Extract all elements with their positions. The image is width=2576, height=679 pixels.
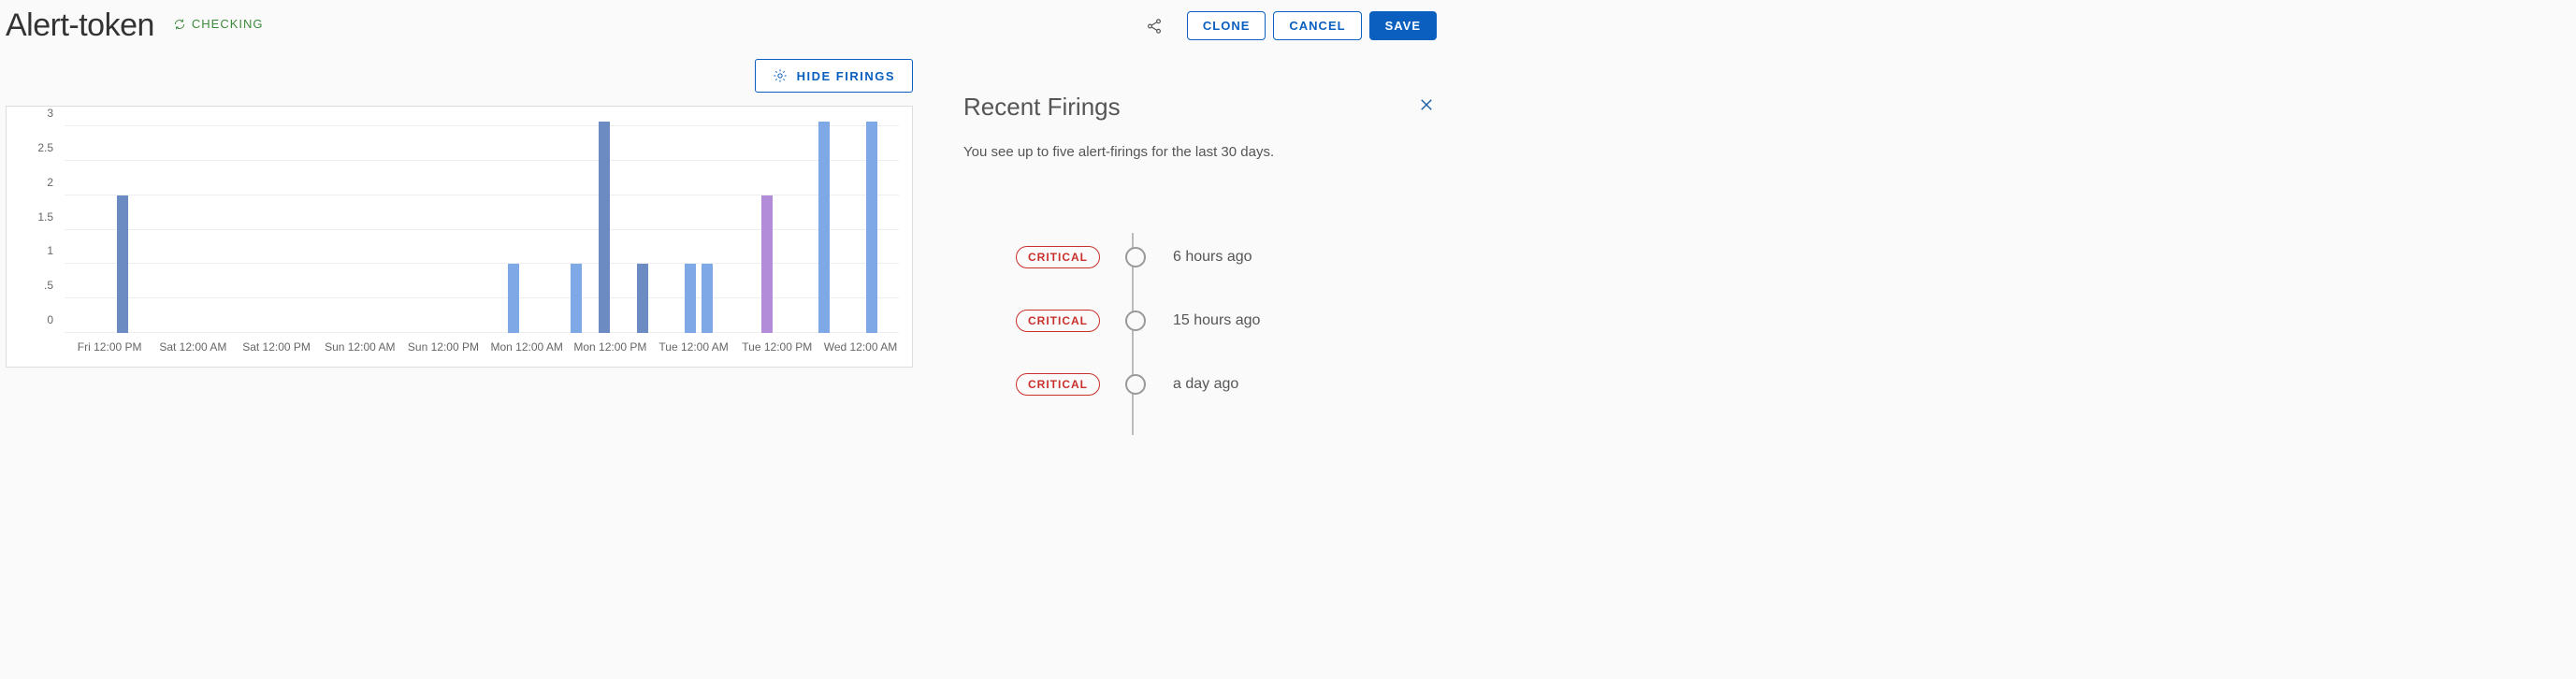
status-text: CHECKING [192,17,264,31]
share-icon[interactable] [1146,18,1163,35]
x-tick-label: Fri 12:00 PM [78,340,142,354]
chart-bar [599,122,610,333]
y-tick-label: 3 [47,107,53,120]
firing-time: 6 hours ago [1173,249,1252,266]
x-tick-label: Sat 12:00 PM [242,340,311,354]
x-tick-label: Mon 12:00 PM [573,340,646,354]
firing-row: CRITICAL a day ago [1016,353,1442,416]
clone-button[interactable]: CLONE [1187,11,1266,40]
chart-bar [866,122,877,333]
severity-badge: CRITICAL [1016,246,1100,268]
grid-line [65,229,899,230]
x-tick-label: Mon 12:00 AM [490,340,562,354]
save-button[interactable]: SAVE [1369,11,1437,40]
close-icon[interactable] [1418,96,1435,113]
firing-time: 15 hours ago [1173,312,1260,329]
grid-line [65,160,899,161]
hide-firings-label: HIDE FIRINGS [797,69,895,83]
x-tick-label: Tue 12:00 AM [658,340,728,354]
hide-firings-button[interactable]: HIDE FIRINGS [755,59,913,93]
grid-line [65,125,899,126]
firings-chart: 0 .5 1 1.5 2 2.5 3 Fri 12:00 PM Sat 12:00 AM Sat… [6,106,913,368]
chart-bar [508,264,519,333]
x-tick-label: Sat 12:00 AM [159,340,226,354]
severity-badge: CRITICAL [1016,310,1100,332]
recent-firings-panel: Recent Firings You see up to five alert-… [913,59,1442,416]
chart-bar [761,195,773,333]
chart-bar [637,264,648,333]
refresh-icon [173,18,186,31]
grid-line [65,263,899,264]
firing-row: CRITICAL 15 hours ago [1016,289,1442,353]
firing-row: CRITICAL 6 hours ago [1016,225,1442,289]
timeline-node-icon [1125,374,1146,395]
y-tick-label: .5 [44,279,53,292]
chart-bar [117,195,128,333]
x-tick-label: Sun 12:00 AM [325,340,395,354]
timeline-node-icon [1125,311,1146,331]
grid-line [65,297,899,298]
chart-bar [702,264,713,333]
page-title: Alert-token [6,7,154,44]
x-tick-label: Tue 12:00 PM [742,340,812,354]
severity-badge: CRITICAL [1016,373,1100,396]
grid-line [65,332,899,333]
x-tick-label: Wed 12:00 AM [824,340,898,354]
y-tick-label: 0 [47,313,53,326]
y-tick-label: 2 [47,176,53,189]
chart-bar [571,264,582,333]
x-tick-label: Sun 12:00 PM [408,340,479,354]
chart-bar [818,122,830,333]
panel-title: Recent Firings [963,93,1442,122]
gear-icon [773,68,788,83]
panel-description: You see up to five alert-firings for the… [963,144,1442,160]
timeline-node-icon [1125,247,1146,267]
y-tick-label: 1.5 [37,210,53,224]
cancel-button[interactable]: CANCEL [1273,11,1361,40]
status-badge: CHECKING [173,17,264,31]
chart-bar [685,264,696,333]
y-tick-label: 2.5 [37,141,53,154]
firing-time: a day ago [1173,376,1238,393]
y-tick-label: 1 [47,244,53,257]
